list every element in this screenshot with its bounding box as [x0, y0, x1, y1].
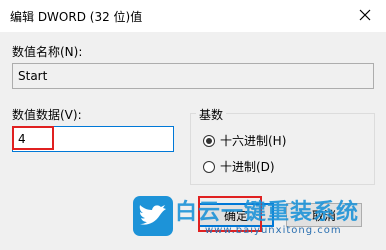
value-name-field[interactable]: Start: [12, 63, 374, 89]
value-data-label: 数值数据(V):: [12, 108, 82, 122]
close-button[interactable]: [346, 0, 384, 30]
watermark: 白云一键重装系统 www.baiyunxitong.com: [130, 188, 386, 250]
window-title: 编辑 DWORD (32 位)值: [10, 10, 143, 24]
base-group-title: 基数: [196, 106, 227, 123]
value-data-input[interactable]: 4: [12, 126, 174, 152]
radio-unselected-icon: [203, 160, 215, 173]
hex-radio-label: 十六进制(H): [220, 134, 287, 148]
watermark-url: www.baiyunxitong.com: [205, 225, 342, 236]
bird-logo-icon: [133, 196, 173, 236]
radio-selected-icon: [203, 134, 215, 147]
close-icon: [359, 9, 371, 21]
hex-radio[interactable]: 十六进制(H): [203, 132, 286, 149]
title-bar: 编辑 DWORD (32 位)值: [0, 0, 386, 32]
decimal-radio-label: 十进制(D): [220, 160, 275, 174]
decimal-radio[interactable]: 十进制(D): [203, 158, 275, 175]
value-name-label: 数值名称(N):: [12, 45, 83, 59]
watermark-text: 白云一键重装系统: [175, 200, 360, 225]
